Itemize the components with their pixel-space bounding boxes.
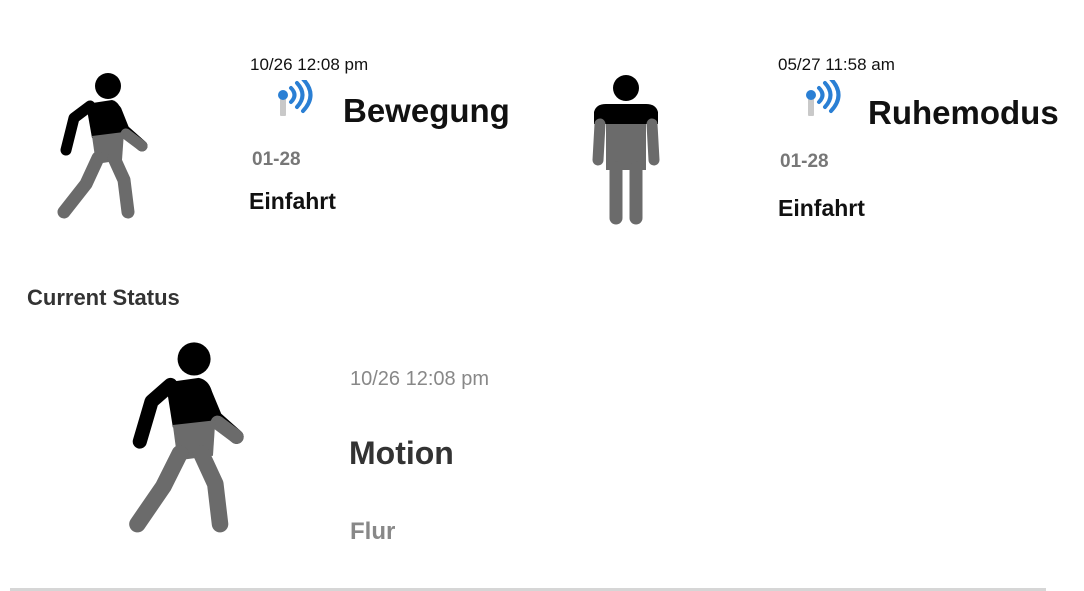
event-type: Ruhemodus (868, 94, 1059, 131)
event-card-1[interactable]: 10/26 12:08 pm Bewegung 01-28 Einfahrt (0, 0, 560, 240)
event-location: Einfahrt (778, 195, 865, 221)
walking-person-icon (128, 340, 246, 536)
current-status-event: Motion (349, 435, 454, 471)
event-card-2[interactable]: 05/27 11:58 am Ruhemodus 01-28 Einfahrt (570, 0, 1084, 240)
wireless-signal-icon (804, 77, 850, 129)
zone-code: 01-28 (252, 149, 301, 170)
zone-code: 01-28 (780, 151, 829, 172)
event-timestamp: 10/26 12:08 pm (250, 55, 369, 74)
event-location: Einfahrt (249, 188, 336, 214)
wireless-signal-icon (276, 77, 322, 129)
standing-person-icon (588, 74, 668, 226)
current-status-location: Flur (350, 518, 396, 545)
event-type: Bewegung (343, 92, 510, 129)
walking-person-icon (52, 72, 152, 222)
event-timestamp: 05/27 11:58 am (778, 55, 895, 74)
current-status-card[interactable]: 10/26 12:08 pm Motion Flur (0, 320, 700, 570)
current-status-timestamp: 10/26 12:08 pm (350, 368, 489, 390)
current-status-title: Current Status (27, 285, 180, 310)
